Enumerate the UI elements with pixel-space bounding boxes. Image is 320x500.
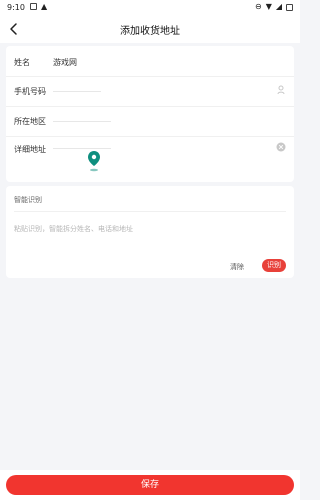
contacts-icon[interactable] <box>276 85 286 95</box>
page-title: 添加收货地址 <box>120 26 180 37</box>
image-icon <box>30 3 37 10</box>
notification-a-icon: ▲ <box>41 2 48 11</box>
battery-icon <box>286 3 293 11</box>
status-right-icons: ⊖ ▼ ◢ <box>255 3 293 11</box>
signal-icon: ◢ <box>275 2 282 11</box>
region-row[interactable]: 所在地区 <box>6 106 294 137</box>
region-input[interactable] <box>53 121 111 122</box>
save-button[interactable]: 保存 <box>6 475 294 495</box>
detail-address-row[interactable]: 详细地址 <box>6 136 294 182</box>
smart-recognition-input[interactable]: 粘贴识别，智能拆分姓名、电话和地址 <box>14 224 133 234</box>
name-row[interactable]: 姓名 游戏网 <box>6 46 294 77</box>
detail-address-input[interactable] <box>53 148 111 149</box>
phone-label: 手机号码 <box>14 87 46 96</box>
name-label: 姓名 <box>14 58 30 67</box>
address-form-card: 姓名 游戏网 手机号码 所在地区 详细地址 <box>6 46 294 182</box>
do-not-disturb-icon: ⊖ <box>254 2 262 11</box>
region-label: 所在地区 <box>14 117 46 126</box>
smart-recognition-card: 智能识别 粘贴识别，智能拆分姓名、电话和地址 清除 识别 <box>6 186 294 278</box>
wifi-icon: ▼ <box>265 2 272 11</box>
status-time: 9:10 <box>7 3 25 12</box>
name-value[interactable]: 游戏网 <box>53 57 77 68</box>
detail-address-label: 详细地址 <box>14 145 46 154</box>
clear-input-icon[interactable] <box>276 142 286 152</box>
phone-input[interactable] <box>53 91 101 92</box>
map-pin-icon <box>88 151 100 172</box>
clear-button[interactable]: 清除 <box>230 262 244 272</box>
smart-recognition-divider <box>14 211 286 212</box>
smart-recognition-title: 智能识别 <box>14 196 42 204</box>
status-left-icons: ▲ <box>30 3 47 11</box>
status-bar: 9:10 ▲ ⊖ ▼ ◢ <box>0 0 300 17</box>
identify-button[interactable]: 识别 <box>262 259 286 272</box>
phone-row[interactable]: 手机号码 <box>6 76 294 107</box>
nav-bar: 添加收货地址 <box>0 17 300 43</box>
